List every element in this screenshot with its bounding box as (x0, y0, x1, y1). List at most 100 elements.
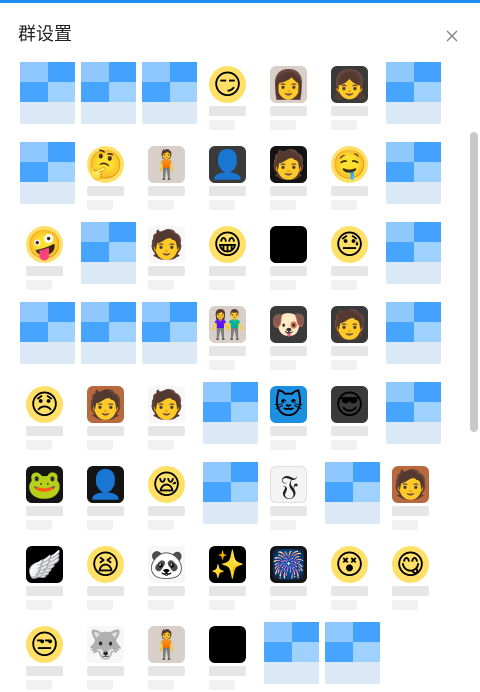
blurred-avatar[interactable] (81, 302, 136, 342)
avatar[interactable]: 🧍 (148, 626, 185, 663)
member-item[interactable] (201, 382, 262, 462)
member-item[interactable]: 😵 (323, 542, 384, 622)
member-item[interactable]: 😞 (18, 382, 79, 462)
blurred-avatar[interactable] (386, 302, 441, 342)
avatar[interactable]: 🐺 (87, 626, 124, 663)
member-item[interactable]: 🐼 (140, 542, 201, 622)
avatar[interactable]: 👩 (270, 66, 307, 103)
avatar[interactable]: ✨ (209, 546, 246, 583)
member-item[interactable] (18, 62, 79, 142)
member-item[interactable]: 🐶 (262, 302, 323, 382)
member-item[interactable] (323, 462, 384, 542)
avatar[interactable]: 🧑 (87, 386, 124, 423)
member-item[interactable]: 👧 (323, 62, 384, 142)
member-item[interactable] (18, 302, 79, 382)
avatar[interactable]: 🎆 (270, 546, 307, 583)
member-item[interactable] (140, 302, 201, 382)
blurred-avatar[interactable] (325, 462, 380, 502)
member-item[interactable]: 😁 (201, 222, 262, 302)
member-item[interactable] (79, 302, 140, 382)
member-item[interactable]: 😒 (18, 622, 79, 692)
blurred-avatar[interactable] (386, 382, 441, 422)
avatar[interactable]: 😁 (209, 226, 246, 263)
avatar[interactable] (270, 226, 307, 263)
member-item[interactable] (79, 62, 140, 142)
avatar[interactable]: 🐼 (148, 546, 185, 583)
member-item[interactable]: 😪 (140, 462, 201, 542)
avatar[interactable]: 🐶 (270, 306, 307, 343)
blurred-avatar[interactable] (81, 62, 136, 102)
blurred-avatar[interactable] (264, 622, 319, 662)
member-item[interactable] (18, 142, 79, 222)
avatar[interactable]: 🐸 (26, 466, 63, 503)
blurred-avatar[interactable] (386, 222, 441, 262)
member-item[interactable]: 😓 (323, 222, 384, 302)
avatar[interactable]: 😪 (148, 466, 185, 503)
blurred-avatar[interactable] (325, 622, 380, 662)
blurred-avatar[interactable] (386, 62, 441, 102)
member-item[interactable] (262, 622, 323, 692)
avatar[interactable]: 😵 (331, 546, 368, 583)
avatar[interactable]: 😎 (331, 386, 368, 423)
blurred-avatar[interactable] (81, 222, 136, 262)
avatar[interactable] (209, 626, 246, 663)
member-item[interactable]: 😎 (323, 382, 384, 462)
avatar[interactable]: 🐱 (270, 386, 307, 423)
member-item[interactable]: 🧑 (140, 222, 201, 302)
avatar[interactable]: 🧑 (392, 466, 429, 503)
member-item[interactable] (384, 62, 445, 142)
avatar[interactable]: 😞 (26, 386, 63, 423)
member-item[interactable]: 🧑 (384, 462, 445, 542)
member-item[interactable]: 👤 (79, 462, 140, 542)
member-item[interactable] (201, 622, 262, 692)
member-item[interactable] (384, 222, 445, 302)
avatar[interactable]: 🤪 (26, 226, 63, 263)
member-item[interactable]: 🤤 (323, 142, 384, 222)
avatar[interactable]: 🤔 (87, 146, 124, 183)
avatar[interactable]: 🪽 (26, 546, 63, 583)
avatar[interactable]: 👤 (87, 466, 124, 503)
blurred-avatar[interactable] (20, 302, 75, 342)
member-item[interactable] (201, 462, 262, 542)
avatar[interactable]: 👧 (331, 66, 368, 103)
scrollbar[interactable] (470, 132, 478, 432)
member-item[interactable] (384, 142, 445, 222)
member-item[interactable]: 𝔉 (262, 462, 323, 542)
member-item[interactable]: 🧑 (323, 302, 384, 382)
member-item[interactable]: 🎆 (262, 542, 323, 622)
member-item[interactable] (384, 382, 445, 462)
avatar[interactable]: 🧑 (270, 146, 307, 183)
member-item[interactable]: 😫 (79, 542, 140, 622)
close-button[interactable] (441, 25, 463, 47)
member-item[interactable]: 🤪 (18, 222, 79, 302)
avatar[interactable]: 🧑 (148, 386, 185, 423)
blurred-avatar[interactable] (142, 62, 197, 102)
member-item[interactable]: 👩 (262, 62, 323, 142)
member-item[interactable]: 👫 (201, 302, 262, 382)
member-item[interactable]: 🤔 (79, 142, 140, 222)
avatar[interactable]: 🧑 (331, 306, 368, 343)
avatar[interactable]: 😒 (26, 626, 63, 663)
avatar[interactable]: 👫 (209, 306, 246, 343)
member-item[interactable] (323, 622, 384, 692)
member-item[interactable] (384, 302, 445, 382)
avatar[interactable]: 🤤 (331, 146, 368, 183)
member-item[interactable]: 😋 (384, 542, 445, 622)
avatar[interactable]: 𝔉 (270, 466, 307, 503)
member-item[interactable] (262, 222, 323, 302)
member-item[interactable]: 🐸 (18, 462, 79, 542)
avatar[interactable]: 🧑 (148, 226, 185, 263)
avatar[interactable]: 🧍 (148, 146, 185, 183)
avatar[interactable]: 😫 (87, 546, 124, 583)
member-item[interactable]: 🐱 (262, 382, 323, 462)
blurred-avatar[interactable] (20, 142, 75, 182)
member-item[interactable]: 🧑 (140, 382, 201, 462)
blurred-avatar[interactable] (386, 142, 441, 182)
avatar[interactable]: 😓 (331, 226, 368, 263)
member-item[interactable]: 🧑 (262, 142, 323, 222)
blurred-avatar[interactable] (20, 62, 75, 102)
blurred-avatar[interactable] (203, 382, 258, 422)
member-item[interactable]: 😏 (201, 62, 262, 142)
avatar[interactable]: 😏 (209, 66, 246, 103)
avatar[interactable]: 👤 (209, 146, 246, 183)
